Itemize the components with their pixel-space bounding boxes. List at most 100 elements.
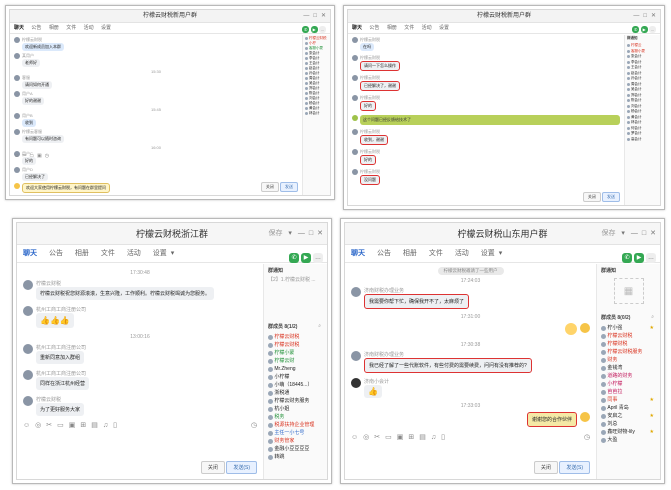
minimize-icon[interactable]: — <box>298 223 305 245</box>
member-item[interactable]: 小萌（18445...） <box>268 381 323 389</box>
message-bubble[interactable]: 好的 <box>360 101 376 111</box>
tab-files[interactable]: 文件 <box>429 245 443 263</box>
folder-icon[interactable]: ▭ <box>385 433 392 441</box>
tab-chat[interactable]: 聊天 <box>14 23 24 34</box>
message-bubble[interactable]: 收到，谢谢 <box>360 135 388 145</box>
member-item[interactable]: 税务 <box>268 413 323 421</box>
emoji-icon[interactable]: ☺ <box>23 422 30 429</box>
message-bubble[interactable]: 同样在浙江杭州经营 <box>36 377 90 390</box>
minimize-icon[interactable]: — <box>633 10 639 23</box>
tab-notice[interactable]: 公告 <box>377 245 391 263</box>
member-item[interactable]: 安启之 ★ <box>601 412 656 420</box>
tab-settings[interactable]: 设置 <box>101 23 111 34</box>
sticker-image[interactable] <box>565 323 577 335</box>
message-bubble[interactable]: 重新同意加入群组 <box>36 351 85 364</box>
message-bubble[interactable]: 好的谢谢 <box>22 97 44 105</box>
member-item[interactable]: 浙税通 <box>268 389 323 397</box>
message-bubble[interactable]: 👍 <box>364 385 382 398</box>
member-item[interactable]: 小柠檬 <box>601 380 656 388</box>
history-icon[interactable]: ◷ <box>584 433 590 441</box>
video-icon[interactable]: ▶ <box>310 26 318 33</box>
screen-icon[interactable]: ▤ <box>91 421 98 429</box>
more-icon[interactable]: … <box>313 253 323 263</box>
minimize-icon[interactable]: — <box>631 223 638 245</box>
send-button[interactable]: 发送(S) <box>559 461 590 474</box>
message-bubble[interactable]: 有问题可以随时咨询 <box>22 135 64 143</box>
message-bubble[interactable]: 已经解决了，谢谢 <box>360 81 400 91</box>
pin-icon[interactable]: ▾ <box>621 223 625 245</box>
message-bubble[interactable]: 老师好 <box>22 59 40 67</box>
video-icon[interactable]: ▶ <box>634 253 645 263</box>
tab-notice[interactable]: 公告 <box>369 23 379 34</box>
message-bubble[interactable]: 柠檬云财税祝您财源滚滚，生意兴隆，工作顺利。柠檬云财税竭诚为您服务。 <box>36 287 215 300</box>
member-item[interactable]: Mr.Zheng <box>268 365 323 373</box>
message-bubble[interactable]: 已经解决了 <box>22 173 48 181</box>
message-bubble[interactable]: 为了更好服务大家 <box>36 403 85 416</box>
send-button[interactable]: 发送 <box>602 192 620 202</box>
member-item[interactable]: 税源扶持企业管理 <box>268 421 323 429</box>
member-item[interactable]: 芭芭拉 <box>601 388 656 396</box>
redpacket-icon[interactable]: ⊞ <box>80 421 86 429</box>
more-icon[interactable]: … <box>646 253 656 263</box>
tab-files[interactable]: 文件 <box>66 23 76 34</box>
tab-activity[interactable]: 活动 <box>127 245 141 263</box>
emoji-icon[interactable]: ☺ <box>351 434 358 441</box>
gif-icon[interactable]: ◎ <box>363 433 369 441</box>
maximize-icon[interactable]: □ <box>309 223 313 245</box>
image-icon[interactable]: ▣ <box>37 153 42 159</box>
more-icon[interactable]: … <box>319 26 326 33</box>
close-button[interactable]: 关闭 <box>200 461 225 474</box>
member-item[interactable]: 金融小豆豆豆豆 <box>268 445 323 453</box>
send-button[interactable]: 发送 <box>280 182 298 192</box>
redpacket-icon[interactable]: ⊞ <box>408 433 414 441</box>
bell-icon[interactable]: ♫ <box>431 434 436 441</box>
tab-activity[interactable]: 活动 <box>455 245 469 263</box>
bell-icon[interactable]: ♫ <box>103 422 108 429</box>
search-icon[interactable]: ⌕ <box>318 323 321 329</box>
tab-chat[interactable]: 聊天 <box>23 245 37 263</box>
message-bubble[interactable]: 收到 <box>22 119 36 127</box>
member-item[interactable]: 大盈 <box>601 436 656 444</box>
member-item[interactable]: 柠檬云财税 <box>268 333 323 341</box>
member-item[interactable]: 道路的财务 <box>601 372 656 380</box>
phone-icon[interactable]: ✆ <box>302 26 310 33</box>
message-bubble[interactable]: 在吗 <box>360 43 374 51</box>
tab-activity[interactable]: 活动 <box>84 23 94 34</box>
tab-album[interactable]: 相册 <box>403 245 417 263</box>
member-item[interactable]: 财务管家 <box>268 437 323 445</box>
chevron-down-icon[interactable]: ▾ <box>171 245 175 263</box>
tab-settings[interactable]: 设置 <box>481 245 495 263</box>
member-item[interactable]: 柠檬云财税 <box>268 341 323 349</box>
message-bubble[interactable]: 👍👍👍 <box>36 313 74 328</box>
close-icon[interactable]: ✕ <box>321 10 326 23</box>
save-label[interactable]: 保存 <box>601 223 615 245</box>
emoji-icon[interactable]: ☺ <box>14 153 19 159</box>
scissors-icon[interactable]: ✂ <box>46 421 52 429</box>
phone-icon[interactable]: ✆ <box>632 26 640 33</box>
phone-icon[interactable]: ✆ <box>289 253 300 263</box>
tab-chat[interactable]: 聊天 <box>352 23 362 34</box>
tab-settings[interactable]: 设置 <box>439 23 449 34</box>
tab-album[interactable]: 相册 <box>75 245 89 263</box>
pin-icon[interactable]: ▾ <box>288 223 292 245</box>
message-bubble[interactable]: 谢谢您的合作伙伴 <box>526 412 577 427</box>
tab-chat[interactable]: 聊天 <box>351 245 365 263</box>
history-icon[interactable]: ◷ <box>251 421 257 429</box>
member-item[interactable]: 刘总 <box>601 420 656 428</box>
doc-icon[interactable]: ▯ <box>441 433 445 441</box>
maximize-icon[interactable]: □ <box>313 10 317 23</box>
member-item[interactable]: 高会计 <box>627 137 658 143</box>
save-label[interactable]: 保存 <box>268 223 282 245</box>
video-icon[interactable]: ▶ <box>640 26 648 33</box>
member-item[interactable]: 柠小强 ★ <box>601 324 656 332</box>
tab-album[interactable]: 相册 <box>49 23 59 34</box>
member-item[interactable]: 柠檬云财税服务 <box>601 348 656 356</box>
chevron-down-icon[interactable]: ▾ <box>499 245 503 263</box>
doc-icon[interactable]: ▯ <box>113 421 117 429</box>
maximize-icon[interactable]: □ <box>642 223 646 245</box>
scissors-icon[interactable]: ✂ <box>374 433 380 441</box>
message-bubble[interactable]: 请问如何开通 <box>22 81 52 89</box>
history-icon[interactable]: ◷ <box>45 153 49 159</box>
member-item[interactable]: 金钱湾 <box>601 364 656 372</box>
message-bubble[interactable]: 请问一下怎么操作 <box>360 61 400 71</box>
